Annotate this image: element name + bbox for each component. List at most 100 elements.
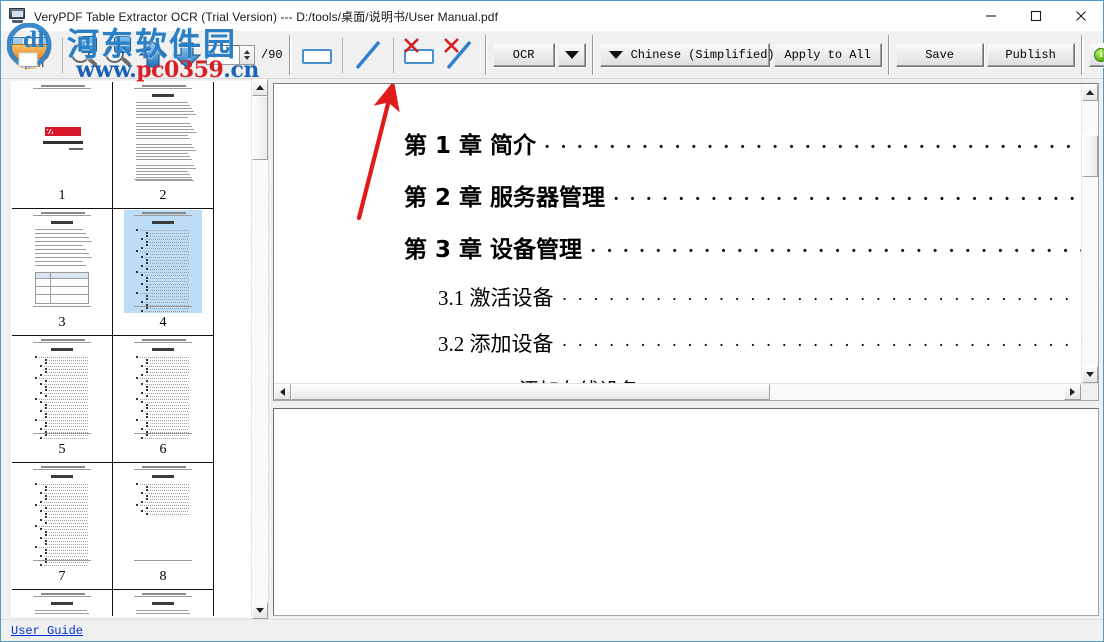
scroll-left-button[interactable] — [274, 384, 291, 400]
thumbnail-number: 6 — [160, 440, 167, 460]
save-button[interactable]: Save — [896, 43, 984, 67]
triangle-down-icon — [1086, 372, 1094, 377]
toc-entry: 第 1 章 简介 · · · · · · · · · · · · · · · · … — [274, 126, 1081, 160]
thumbnail-page-4[interactable]: 4 — [112, 208, 214, 336]
toc-entry-leader: · · · · · · · · · · · · · · · · · · · · … — [613, 189, 1081, 211]
toc-entry-title: 第 3 章 设备管理 — [404, 230, 582, 264]
triangle-down-icon — [256, 608, 264, 613]
document-horizontal-scrollbar[interactable] — [274, 383, 1098, 400]
language-label: Chinese (Simplified) — [631, 48, 775, 62]
thumbnail-page-3[interactable]: 3 — [11, 208, 113, 336]
document-viewer: 第 1 章 简介 · · · · · · · · · · · · · · · · … — [273, 83, 1099, 401]
thumbnail-preview — [23, 83, 101, 186]
stepper-up-icon — [244, 50, 250, 54]
thumbnail-number: 8 — [160, 567, 167, 587]
toolbar-divider — [342, 37, 343, 73]
maximize-button[interactable] — [1013, 1, 1058, 31]
thumbnail-page-8[interactable]: 8 — [112, 462, 214, 590]
scroll-thumb[interactable] — [1082, 135, 1098, 177]
thumbnail-page-6[interactable]: 6 — [112, 335, 214, 463]
thumbnail-grid: 1 2 3 4 5 6 7 8 910 — [12, 82, 216, 617]
results-panel[interactable] — [273, 408, 1099, 616]
magnifier-handle — [87, 56, 98, 66]
application-window: VeryPDF Table Extractor OCR (Trial Versi… — [0, 0, 1104, 642]
thumbnail-page-9[interactable]: 9 — [11, 589, 113, 617]
toc-entry: 3.2.1 添加在线设备· · · · · · · · · · · · · · … — [274, 374, 1081, 383]
toc-entry-leader: · · · · · · · · · · · · · · · · · · · · … — [562, 335, 1082, 356]
thumbnail-scroll-area[interactable]: 1 2 3 4 5 6 7 8 910 — [11, 81, 251, 617]
toc-entry-title: 3.2.1 添加在线设备 — [474, 374, 639, 383]
zoom-out-button[interactable]: − — [102, 35, 136, 75]
toc-entry: 3.2 添加设备· · · · · · · · · · · · · · · · … — [274, 328, 1081, 358]
thumbnail-preview — [23, 337, 101, 440]
thumbnail-preview — [124, 591, 202, 617]
thumbnail-page-10[interactable]: 10 — [112, 589, 214, 617]
thumbnail-number: 7 — [59, 567, 66, 587]
scroll-right-button[interactable] — [1064, 384, 1081, 400]
toolbar-divider — [1081, 35, 1083, 75]
draw-rectangle-button[interactable] — [298, 36, 336, 74]
toolbar-divider — [485, 35, 487, 75]
toc-entry-title: 3.1 激活设备 — [438, 282, 554, 312]
monitor-icon — [8, 7, 28, 25]
ocr-button[interactable]: OCR — [493, 43, 555, 67]
toc-entry-leader: · · · · · · · · · · · · · · · · · · · · … — [590, 241, 1081, 263]
publish-button[interactable]: Publish — [987, 43, 1075, 67]
scroll-up-button[interactable] — [1082, 84, 1098, 101]
toc-entry-title: 第 1 章 简介 — [404, 126, 536, 160]
draw-line-button[interactable] — [349, 36, 387, 74]
page-number-input[interactable]: 4 — [206, 45, 240, 65]
maximize-icon — [1030, 10, 1042, 22]
toc-entry-leader: · · · · · · · · · · · · · · · · · · · · … — [544, 137, 1081, 159]
close-icon — [1075, 10, 1087, 22]
minimize-button[interactable] — [968, 1, 1013, 31]
toolbar-divider — [888, 35, 890, 75]
thumbnail-number: 4 — [160, 313, 167, 333]
viewer-body: 第 1 章 简介 · · · · · · · · · · · · · · · · … — [274, 84, 1098, 383]
page-canvas[interactable]: 第 1 章 简介 · · · · · · · · · · · · · · · · … — [274, 84, 1081, 383]
triangle-right-icon — [1070, 388, 1075, 396]
delete-line-icon — [443, 37, 460, 54]
status-bar: User Guide — [1, 619, 1103, 641]
scroll-thumb[interactable] — [291, 384, 770, 400]
apply-to-all-button[interactable]: Apply to All — [774, 43, 882, 67]
scroll-up-button[interactable] — [252, 79, 268, 96]
minus-badge-icon: − — [114, 36, 131, 53]
zoom-in-button[interactable]: + — [68, 35, 102, 75]
toolbar-divider — [289, 35, 291, 75]
scroll-down-button[interactable] — [252, 602, 268, 619]
open-file-button[interactable]: Open — [5, 34, 57, 76]
scroll-thumb[interactable] — [252, 96, 268, 160]
delete-line-button[interactable] — [440, 36, 478, 74]
language-dropdown[interactable]: Chinese (Simplified) — [600, 43, 770, 67]
table-of-contents: 第 1 章 简介 · · · · · · · · · · · · · · · · … — [274, 84, 1081, 383]
thumbnail-preview — [124, 337, 202, 440]
thumbnail-page-1[interactable]: 1 — [11, 81, 113, 209]
delete-rectangle-button[interactable] — [400, 36, 438, 74]
help-button[interactable]: i Help — [1089, 43, 1104, 67]
previous-page-button[interactable] — [136, 35, 170, 75]
thumbnail-preview — [23, 210, 101, 313]
scroll-track[interactable] — [291, 384, 1064, 400]
next-page-button[interactable] — [170, 35, 204, 75]
window-title: VeryPDF Table Extractor OCR (Trial Versi… — [34, 8, 498, 25]
ocr-dropdown-button[interactable] — [558, 43, 586, 67]
thumbnail-page-5[interactable]: 5 — [11, 335, 113, 463]
scroll-down-button[interactable] — [1082, 366, 1098, 383]
scroll-track[interactable] — [1082, 101, 1098, 366]
thumbnail-preview — [124, 464, 202, 567]
close-button[interactable] — [1058, 1, 1103, 31]
minimize-icon — [985, 10, 997, 22]
page-stepper[interactable] — [240, 45, 255, 65]
thumbnail-vertical-scrollbar[interactable] — [251, 79, 268, 619]
scroll-track[interactable] — [252, 96, 268, 602]
thumbnail-preview — [23, 464, 101, 567]
thumbnail-page-7[interactable]: 7 — [11, 462, 113, 590]
toc-entry: 第 2 章 服务器管理· · · · · · · · · · · · · · ·… — [274, 178, 1081, 212]
document-vertical-scrollbar[interactable] — [1081, 84, 1098, 383]
user-guide-link[interactable]: User Guide — [11, 624, 83, 638]
thumbnail-number: 3 — [59, 313, 66, 333]
thumbnail-page-2[interactable]: 2 — [112, 81, 214, 209]
magnifier-handle — [121, 56, 132, 66]
thumbnail-number: 1 — [59, 186, 66, 206]
